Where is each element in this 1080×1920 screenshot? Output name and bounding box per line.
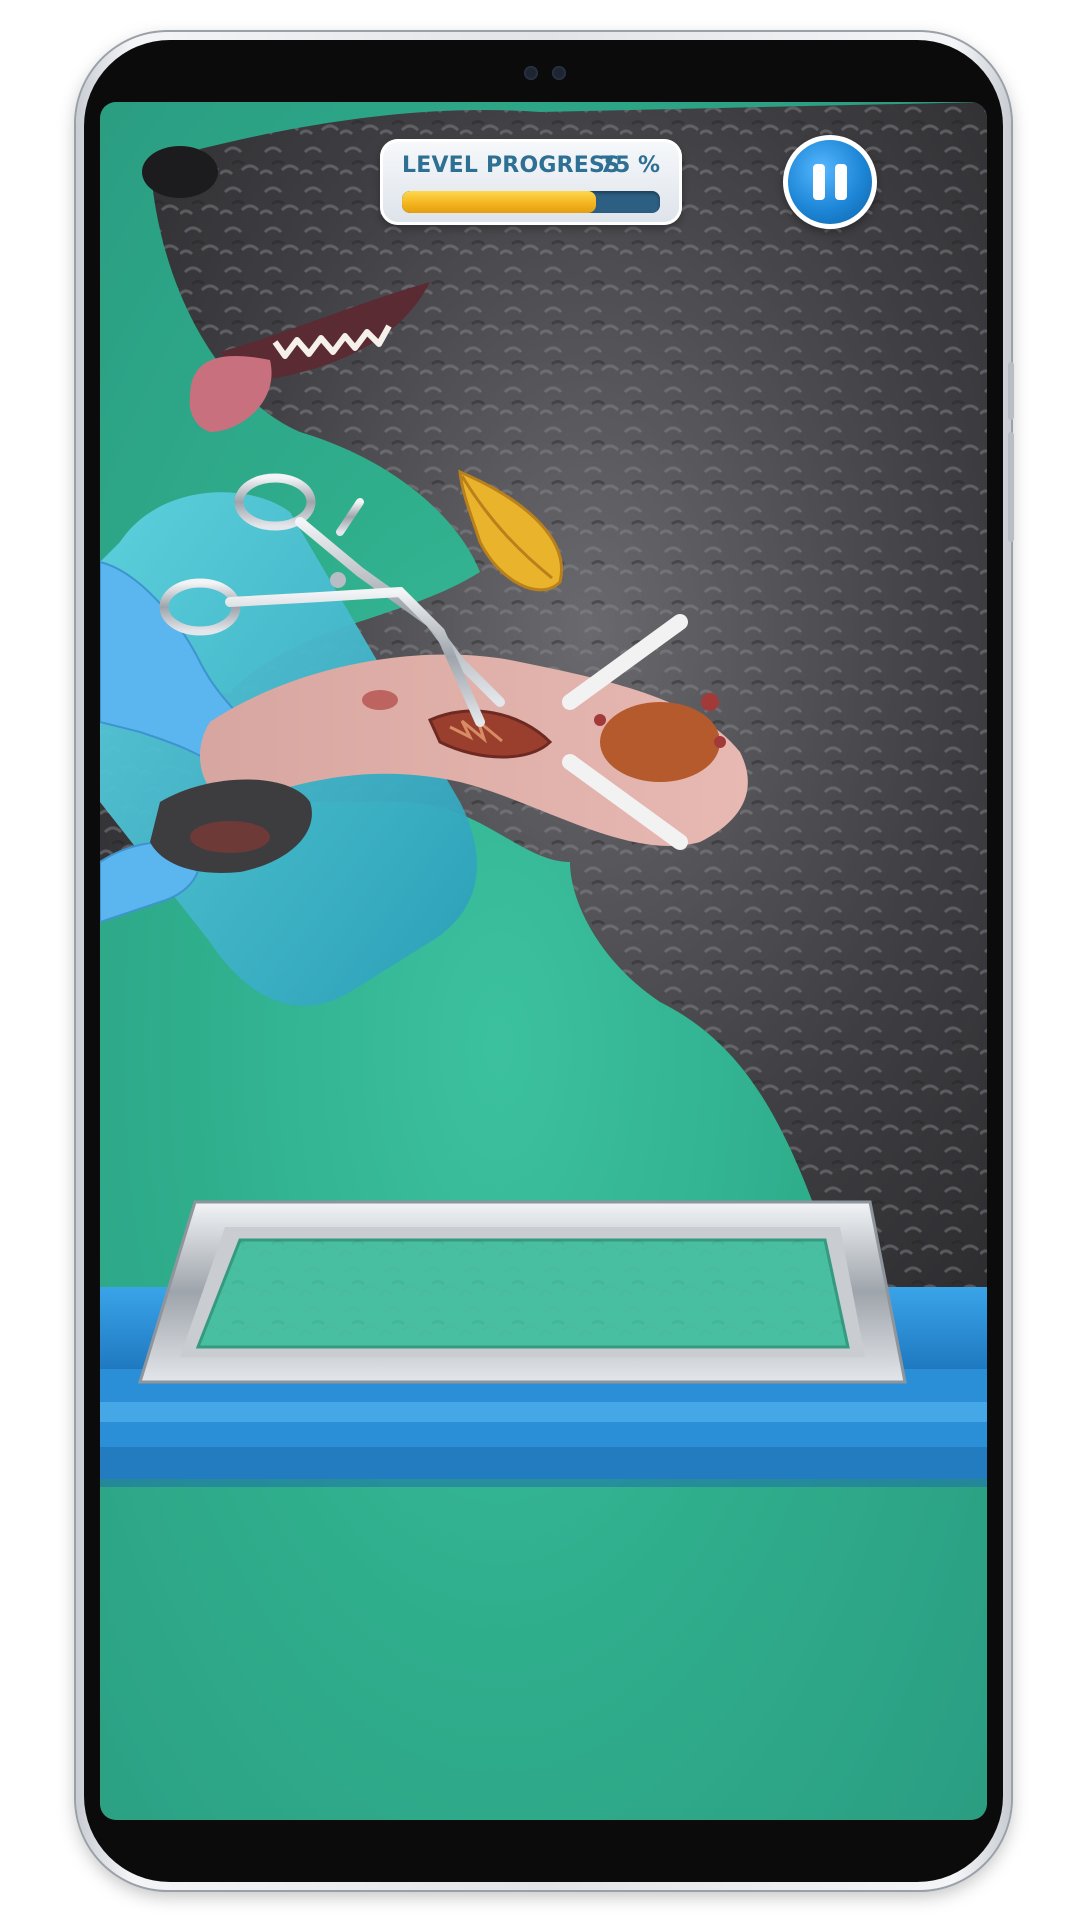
game-screen: LEVEL PROGRESS 75 %: [100, 102, 987, 1820]
pause-icon: [813, 164, 825, 200]
level-progress-fill: [402, 191, 596, 213]
level-progress-value: 75 %: [599, 153, 660, 178]
surgery-scene: [100, 102, 987, 1487]
phone-bezel: LEVEL PROGRESS 75 %: [84, 40, 1003, 1882]
instrument-tray[interactable]: [137, 1200, 907, 1384]
pause-button[interactable]: [783, 135, 877, 229]
volume-button: [1008, 362, 1014, 420]
power-button: [1008, 432, 1014, 542]
pause-icon-bar: [835, 164, 847, 200]
level-progress-panel: LEVEL PROGRESS 75 %: [380, 139, 682, 225]
phone-frame: LEVEL PROGRESS 75 %: [76, 32, 1014, 1890]
front-sensor: [524, 66, 538, 80]
front-camera: [552, 66, 566, 80]
level-progress-bar: [402, 191, 660, 213]
level-progress-label: LEVEL PROGRESS: [402, 153, 621, 178]
wound-bruise: [600, 702, 720, 782]
dog-nose: [142, 146, 218, 198]
dog-tongue: [189, 355, 272, 432]
